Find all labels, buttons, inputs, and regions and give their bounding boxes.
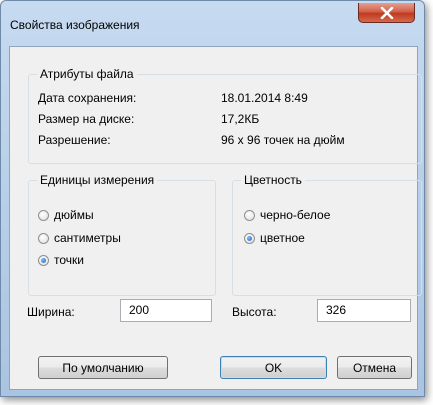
- file-attributes-group: Атрибуты файла Дата сохранения: 18.01.20…: [28, 67, 422, 164]
- file-attributes-title: Атрибуты файла: [37, 67, 137, 81]
- properties-dialog: Свойства изображения Атрибуты файла Дата…: [0, 0, 425, 397]
- color-title: Цветность: [241, 173, 305, 187]
- width-input[interactable]: 200: [120, 299, 212, 322]
- window-title: Свойства изображения: [10, 18, 140, 32]
- radio-pixels-indicator[interactable]: [38, 254, 49, 266]
- radio-color-indicator[interactable]: [244, 232, 255, 244]
- cancel-button[interactable]: Отмена: [337, 356, 412, 379]
- height-input[interactable]: 326: [317, 299, 411, 322]
- save-date-label: Дата сохранения:: [38, 91, 137, 105]
- dialog-client-area: Атрибуты файла Дата сохранения: 18.01.20…: [9, 46, 422, 390]
- resolution-value: 96 x 96 точек на дюйм: [221, 133, 345, 147]
- radio-pixels-label: точки: [54, 253, 84, 267]
- ok-button[interactable]: OK: [220, 356, 327, 379]
- disk-size-value: 17,2КБ: [221, 112, 260, 126]
- radio-color-label: цветное: [260, 231, 305, 245]
- radio-color[interactable]: цветное: [244, 231, 305, 245]
- close-button[interactable]: [358, 3, 415, 23]
- radio-black-white-label: черно-белое: [260, 208, 331, 222]
- resolution-label: Разрешение:: [38, 133, 111, 147]
- radio-inches-indicator[interactable]: [38, 209, 49, 221]
- default-button[interactable]: По умолчанию: [38, 356, 168, 379]
- save-date-value: 18.01.2014 8:49: [221, 91, 308, 105]
- units-group: Единицы измерения дюймы сантиметры точки: [28, 173, 216, 296]
- radio-black-white-indicator[interactable]: [244, 209, 255, 221]
- radio-centimeters-label: сантиметры: [54, 231, 121, 245]
- radio-black-white[interactable]: черно-белое: [244, 208, 330, 222]
- radio-centimeters-indicator[interactable]: [38, 232, 49, 244]
- color-group: Цветность черно-белое цветное: [232, 173, 422, 296]
- height-label: Высота:: [232, 305, 277, 319]
- radio-inches-label: дюймы: [54, 208, 94, 222]
- width-label: Ширина:: [27, 305, 75, 319]
- radio-inches[interactable]: дюймы: [38, 208, 94, 222]
- radio-pixels[interactable]: точки: [38, 253, 84, 267]
- radio-centimeters[interactable]: сантиметры: [38, 231, 121, 245]
- disk-size-label: Размер на диске:: [38, 112, 135, 126]
- units-title: Единицы измерения: [37, 173, 158, 187]
- close-icon: [380, 6, 393, 19]
